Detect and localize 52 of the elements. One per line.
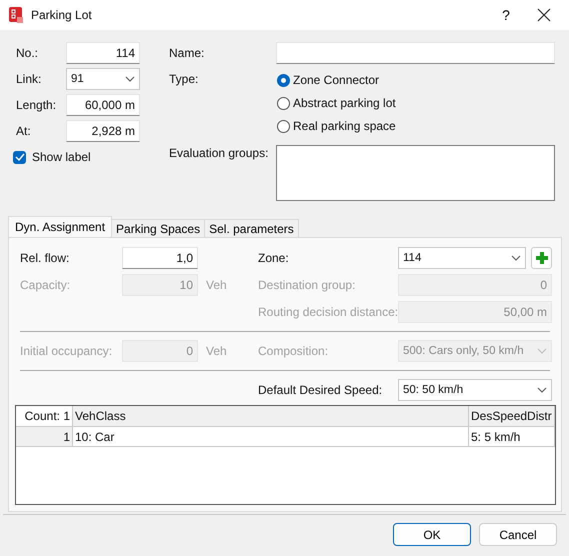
unit-label: Veh bbox=[205, 278, 228, 292]
close-icon[interactable] bbox=[537, 8, 551, 22]
initial-occupancy-label: Initial occupancy: bbox=[20, 344, 114, 358]
column-header[interactable]: DesSpeedDistr bbox=[469, 406, 555, 427]
table-cell: 10: Car bbox=[73, 427, 469, 447]
name-field[interactable] bbox=[276, 42, 555, 64]
window-title: Parking Lot bbox=[31, 8, 92, 22]
type-radio[interactable]: Zone Connector bbox=[277, 71, 555, 89]
help-button[interactable]: ? bbox=[491, 7, 521, 23]
zone-label: Zone: bbox=[258, 251, 290, 265]
chevron-icon bbox=[537, 387, 547, 393]
tab[interactable]: Dyn. Assignment bbox=[8, 216, 112, 237]
destination-group-label: Destination group: bbox=[258, 278, 356, 292]
check-icon bbox=[14, 153, 24, 161]
type-label: Type: bbox=[169, 71, 200, 88]
rel-flow-field[interactable]: 1,0 bbox=[122, 247, 198, 269]
tab[interactable]: Sel. parameters bbox=[204, 219, 299, 237]
chevron-icon bbox=[511, 255, 521, 261]
evaluation-groups-label: Evaluation groups: bbox=[169, 145, 270, 162]
type-radio[interactable]: Abstract parking lot bbox=[277, 94, 555, 112]
number-label: No.: bbox=[16, 46, 40, 60]
table-cell: 5: 5 km/h bbox=[469, 427, 555, 447]
length-label: Length: bbox=[16, 98, 58, 112]
name-label: Name: bbox=[169, 45, 206, 62]
zone-dropdown[interactable]: 114 bbox=[398, 247, 526, 269]
at-field[interactable]: 2,928 m bbox=[66, 120, 140, 142]
row-header: 1 bbox=[16, 427, 73, 447]
link-label: Link: bbox=[16, 72, 42, 86]
capacity-label: Capacity: bbox=[20, 278, 72, 292]
type-radio[interactable]: Real parking space bbox=[277, 117, 555, 135]
routing-decision-distance-label: Routing decision distance: bbox=[258, 305, 398, 319]
rel-flow-label: Rel. flow: bbox=[20, 251, 70, 265]
add-button[interactable] bbox=[531, 247, 552, 269]
length-field[interactable]: 60,000 m bbox=[66, 94, 140, 116]
plus-icon bbox=[536, 252, 548, 264]
column-header[interactable]: VehClass bbox=[73, 406, 469, 427]
chevron-icon bbox=[537, 348, 547, 354]
unit-label: Veh bbox=[205, 344, 228, 358]
column-header[interactable]: Count: 1 bbox=[16, 406, 73, 427]
at-label: At: bbox=[16, 124, 32, 138]
default-desired-speed-dropdown[interactable]: 50: 50 km/h bbox=[398, 379, 552, 401]
number-field[interactable]: 114 bbox=[66, 42, 140, 64]
composition-label: Composition: bbox=[258, 344, 330, 358]
ok-button[interactable]: OK bbox=[393, 523, 471, 546]
link-dropdown[interactable]: 91 bbox=[66, 68, 140, 90]
chevron-icon bbox=[125, 76, 135, 82]
default-desired-speed-label: Default Desired Speed: bbox=[258, 383, 384, 397]
evaluation-groups-field[interactable] bbox=[276, 145, 555, 201]
show-label-checkbox[interactable]: Show label bbox=[13, 150, 140, 164]
cancel-button[interactable]: Cancel bbox=[479, 523, 557, 546]
app-icon bbox=[8, 7, 24, 23]
tab[interactable]: Parking Spaces bbox=[111, 219, 206, 237]
